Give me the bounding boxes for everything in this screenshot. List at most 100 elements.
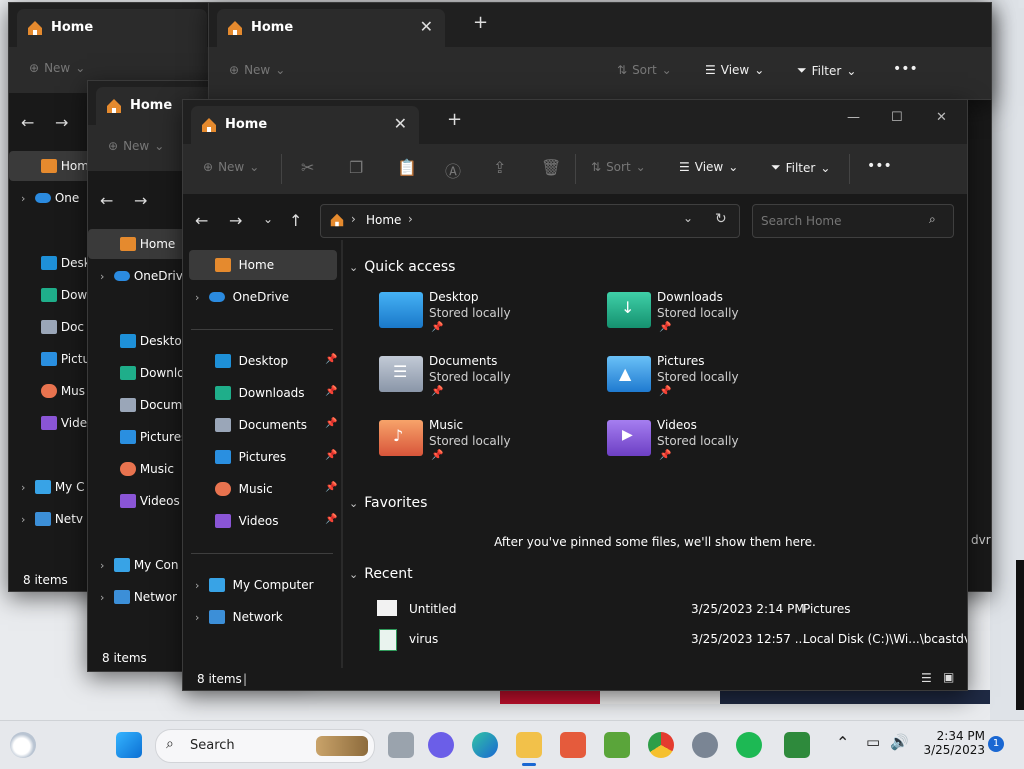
recent-row[interactable]: Untitled 3/25/2023 2:14 PM Pictures: [373, 595, 959, 623]
address-bar[interactable]: › Home › ⌄ ↻: [320, 204, 740, 238]
search-input[interactable]: [759, 211, 923, 231]
details-view-icon[interactable]: ☰: [921, 671, 932, 685]
quick-access-videos[interactable]: ▶ Videos Stored locally 📌: [607, 418, 807, 478]
back-button[interactable]: ←: [100, 191, 113, 210]
sidebar-item-downloads[interactable]: Dow: [9, 280, 87, 310]
filter-button[interactable]: ⏷ Filter ⌄: [771, 160, 830, 175]
quick-access-downloads[interactable]: ↓ Downloads Stored locally 📌: [607, 290, 807, 350]
tab-home[interactable]: Home ✕: [191, 106, 419, 144]
pin-icon[interactable]: 📌: [325, 450, 337, 461]
quick-access-music[interactable]: ♪ Music Stored locally 📌: [379, 418, 579, 478]
new-tab-button[interactable]: +: [473, 12, 488, 33]
volume-icon[interactable]: 🔊: [890, 733, 909, 751]
tab-home[interactable]: Home ✕: [217, 9, 445, 47]
sidebar-item-music[interactable]: Mus: [9, 376, 85, 406]
sidebar-item-documents[interactable]: Docume: [88, 390, 190, 420]
tab-home[interactable]: Home: [17, 9, 207, 47]
refresh-icon[interactable]: ↻: [715, 211, 727, 227]
new-button[interactable]: ⊕ New ⌄: [29, 61, 85, 75]
favorites-header[interactable]: ⌄ Favorites: [349, 495, 427, 511]
expand-chevron-icon[interactable]: ›: [195, 579, 209, 592]
paste-icon[interactable]: 📋: [397, 158, 417, 177]
chat-icon[interactable]: [428, 732, 454, 758]
forward-button[interactable]: →: [134, 191, 147, 210]
forward-button[interactable]: →: [55, 113, 68, 132]
file-explorer-icon[interactable]: [516, 732, 542, 758]
pin-icon[interactable]: 📌: [325, 354, 337, 365]
sidebar-item-pictures[interactable]: Pictures: [183, 442, 286, 472]
search-box[interactable]: ⌕: [752, 204, 954, 238]
forward-button[interactable]: →: [229, 211, 242, 230]
title-bar[interactable]: Home ✕ + — ☐ ✕: [183, 100, 967, 144]
new-button[interactable]: ⊕ New ⌄: [203, 160, 259, 174]
new-tab-button[interactable]: +: [447, 109, 462, 130]
sidebar-item-network[interactable]: › Netv: [9, 504, 83, 534]
sidebar-item-music[interactable]: Music: [183, 474, 273, 504]
title-bar[interactable]: Home ✕ +: [209, 3, 991, 47]
sidebar-item-onedrive[interactable]: › OneDriv: [88, 261, 183, 291]
expand-chevron-icon[interactable]: ›: [195, 291, 209, 304]
quick-access-pictures[interactable]: ▲ Pictures Stored locally 📌: [607, 354, 807, 414]
sidebar-item-desktop[interactable]: Desktop: [183, 346, 288, 376]
sidebar-item-desktop[interactable]: Desktop: [88, 326, 189, 356]
sidebar-item-my-computer[interactable]: › My Con: [88, 550, 178, 580]
sidebar-item-pictures[interactable]: Pictures: [88, 422, 187, 452]
chrome-icon[interactable]: [648, 732, 674, 758]
explorer-window-back-3[interactable]: Home ✕ + ⊕ New ⌄ ⇅ Sort ⌄ ☰ View ⌄ ⏷ Fil…: [208, 2, 992, 100]
start-button[interactable]: [116, 732, 142, 758]
share-icon[interactable]: ⇪: [493, 158, 506, 177]
quick-access-documents[interactable]: ☰ Documents Stored locally 📌: [379, 354, 579, 414]
explorer-window-active[interactable]: Home ✕ + — ☐ ✕ ⊕ New ⌄ ✂ ❐ 📋 Ⓐ ⇪ 🗑 ⇅ Sor…: [182, 99, 968, 691]
close-tab-icon[interactable]: ✕: [420, 17, 433, 36]
sidebar-item-my-computer[interactable]: › My Computer: [183, 570, 314, 600]
sidebar-item-music[interactable]: Music: [88, 454, 174, 484]
sidebar-item-videos[interactable]: Vide: [9, 408, 87, 438]
sidebar-item-videos[interactable]: Videos: [183, 506, 279, 536]
recent-row[interactable]: virus 3/25/2023 12:57 ... Local Disk (C:…: [373, 625, 967, 653]
search-icon[interactable]: ⌕: [929, 212, 936, 227]
expand-chevron-icon[interactable]: ›: [195, 611, 209, 624]
store-icon[interactable]: [560, 732, 586, 758]
sidebar-item-home[interactable]: Home: [189, 250, 337, 280]
quick-access-desktop[interactable]: Desktop Stored locally 📌: [379, 290, 579, 350]
sidebar-item-network[interactable]: › Networ: [88, 582, 177, 612]
rename-icon[interactable]: Ⓐ: [445, 158, 461, 182]
sidebar-item-my-computer[interactable]: › My C: [9, 472, 84, 502]
connection-icon[interactable]: [692, 732, 718, 758]
close-button[interactable]: ✕: [936, 110, 947, 125]
bird-app-icon[interactable]: [784, 732, 810, 758]
minimize-button[interactable]: —: [847, 110, 860, 125]
sidebar-item-network[interactable]: › Network: [183, 602, 283, 632]
copy-icon[interactable]: ❐: [349, 158, 363, 177]
sidebar-item-documents[interactable]: Doc: [9, 312, 84, 342]
network-status-icon[interactable]: ▭: [866, 733, 880, 751]
more-options-button[interactable]: •••: [893, 61, 918, 77]
cut-icon[interactable]: ✂: [301, 158, 314, 177]
sidebar-item-documents[interactable]: Documents: [183, 410, 307, 440]
sidebar-item-downloads[interactable]: Downlo: [88, 358, 185, 388]
recent-header[interactable]: ⌄ Recent: [349, 566, 413, 582]
back-button[interactable]: ←: [195, 211, 208, 230]
delete-icon[interactable]: 🗑: [541, 158, 561, 177]
weather-icon[interactable]: [10, 732, 36, 758]
taskbar-search-box[interactable]: ⌕ Search: [155, 729, 375, 763]
maximize-button[interactable]: ☐: [891, 110, 903, 125]
sidebar-item-videos[interactable]: Videos: [88, 486, 180, 516]
recent-locations-chevron-icon[interactable]: ⌄: [263, 212, 273, 226]
sidebar-item-pictures[interactable]: Pictu: [9, 344, 90, 374]
pin-icon[interactable]: 📌: [325, 482, 337, 493]
sidebar-item-desktop[interactable]: Desk: [9, 248, 91, 278]
sort-button[interactable]: ⇅ Sort ⌄: [617, 63, 672, 77]
sort-button[interactable]: ⇅ Sort ⌄: [591, 160, 646, 174]
sidebar-item-downloads[interactable]: Downloads: [183, 378, 305, 408]
edge-browser-icon[interactable]: [472, 732, 498, 758]
address-dropdown-icon[interactable]: ⌄: [683, 211, 693, 225]
show-hidden-icons-chevron-icon[interactable]: ⌃: [836, 733, 849, 752]
quick-access-header[interactable]: ⌄ Quick access: [349, 259, 455, 275]
clock[interactable]: 2:34 PM 3/25/2023: [915, 729, 985, 757]
tiles-view-icon[interactable]: ▣: [943, 670, 954, 684]
pin-icon[interactable]: 📌: [325, 386, 337, 397]
view-button[interactable]: ☰ View ⌄: [679, 160, 738, 174]
task-view-icon[interactable]: [388, 732, 414, 758]
new-button[interactable]: ⊕ New ⌄: [108, 139, 164, 153]
